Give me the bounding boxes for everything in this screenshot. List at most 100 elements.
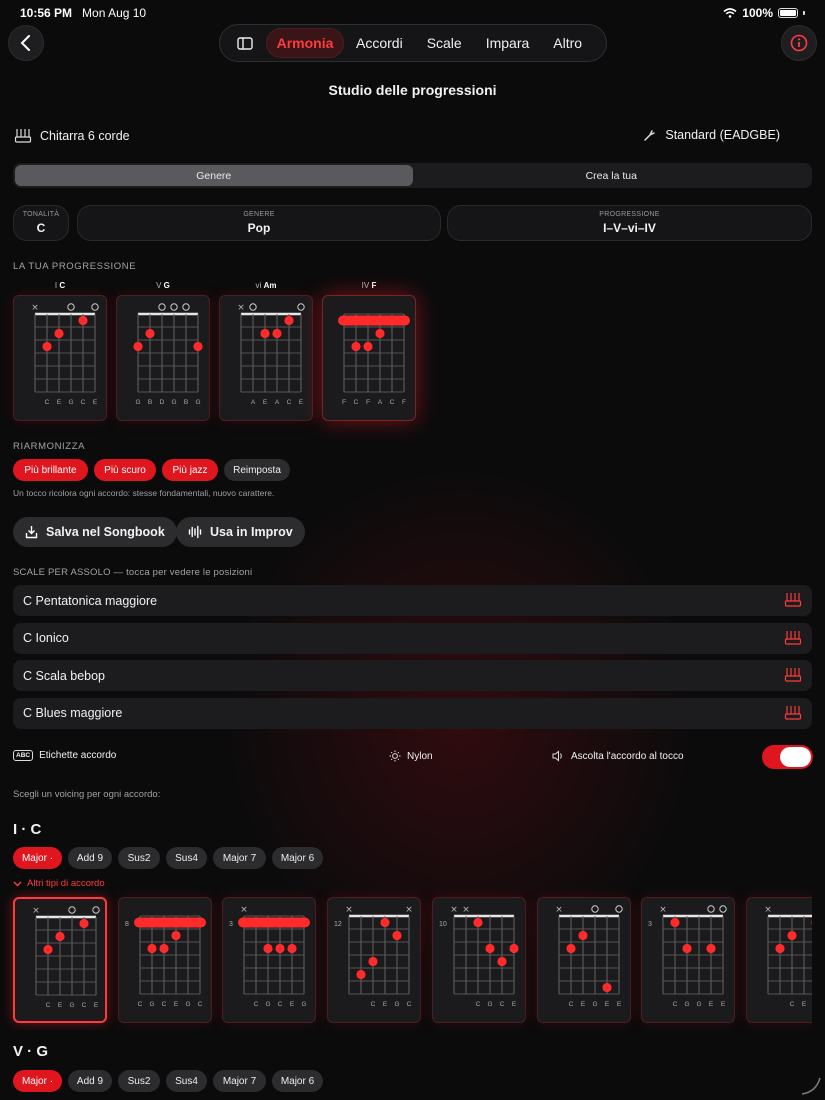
fretboard-icon: [784, 705, 802, 724]
tab-armonia[interactable]: Armonia: [266, 28, 344, 58]
note-name: C: [499, 1001, 504, 1008]
genre-selector[interactable]: GENERE Pop: [77, 205, 441, 241]
voicing-card[interactable]: × × 12 C E G C: [327, 897, 422, 1023]
scale-name: C Blues maggiore: [23, 706, 123, 720]
more-chord-types-button[interactable]: Altri tipi di accordo: [13, 878, 105, 889]
chord-degree: IV: [361, 281, 370, 290]
finger-dot: [145, 328, 155, 339]
note-name: C: [673, 1001, 678, 1008]
reharm-reset-button[interactable]: Reimposta: [224, 459, 290, 481]
chord-type-pill[interactable]: Add 9: [68, 1070, 112, 1092]
voicing-card[interactable]: 8CGCEGC: [117, 897, 212, 1023]
finger-dot: [497, 956, 507, 967]
progression-chord-card-2[interactable]: × A E A C E: [219, 295, 313, 421]
save-songbook-label: Salva nel Songbook: [46, 525, 165, 539]
listen-toggle[interactable]: [762, 745, 813, 769]
voicing-card[interactable]: × C E G C E: [13, 897, 107, 1023]
progression-chord-card-0[interactable]: × C E G C E: [13, 295, 107, 421]
muted-string-marker: ×: [405, 905, 413, 915]
fret-number-label: 8: [125, 921, 129, 928]
mode-crea-la-tua[interactable]: Crea la tua: [413, 165, 811, 186]
progression-chord-label-1: V G: [116, 281, 210, 290]
voicing-card[interactable]: × 3 C G C E G: [222, 897, 317, 1023]
note-name: G: [395, 1001, 400, 1008]
chord-type-pill[interactable]: Major 7: [213, 1070, 266, 1092]
voicing-card[interactable]: × 3 C G G E E: [641, 897, 736, 1023]
finger-dot: [275, 943, 285, 954]
finger-dot: [775, 943, 785, 954]
key-selector[interactable]: TONALITÀ C: [13, 205, 69, 241]
chord-type-pill[interactable]: Sus2: [118, 1070, 160, 1092]
reharm-darker-button[interactable]: Più scuro: [94, 459, 156, 481]
finger-dot: [363, 341, 373, 352]
note-name: C: [371, 1001, 376, 1008]
fretboard-icon: [784, 592, 802, 611]
scale-row[interactable]: C Pentatonica maggiore: [13, 585, 812, 616]
progression-selector[interactable]: PROGRESSIONE I–V–vi–IV: [447, 205, 812, 241]
save-songbook-button[interactable]: Salva nel Songbook: [13, 517, 177, 547]
note-name: C: [287, 399, 292, 406]
tuning-selector[interactable]: Standard (EADGBE): [643, 128, 780, 142]
top-navigation: Armonia Accordi Scale Impara Altro: [219, 24, 607, 62]
reharm-jazz-button[interactable]: Più jazz: [162, 459, 218, 481]
muted-string-marker: ×: [31, 303, 39, 313]
scale-row[interactable]: C Blues maggiore: [13, 697, 812, 729]
chord-type-pill[interactable]: Major ·: [13, 1070, 62, 1092]
finger-dot: [42, 341, 52, 352]
note-name: F: [366, 399, 370, 406]
fretboard-icon: [784, 630, 802, 649]
use-improv-label: Usa in Improv: [210, 525, 293, 539]
status-right: 100%: [723, 6, 805, 20]
muted-string-marker: ×: [32, 906, 40, 916]
note-name: G: [69, 1002, 74, 1009]
scale-name: C Pentatonica maggiore: [23, 593, 158, 608]
scale-row[interactable]: C Ionico: [13, 622, 812, 654]
progression-chord-card-1[interactable]: GBDGBG: [116, 295, 210, 421]
chord-type-pill[interactable]: Major 6: [272, 847, 323, 869]
mode-genere[interactable]: Genere: [15, 165, 413, 186]
note-name: E: [709, 1001, 714, 1008]
tab-altro[interactable]: Altro: [541, 28, 594, 58]
scale-row[interactable]: C Scala bebop: [13, 660, 812, 691]
chord-type-pill[interactable]: Major 6: [272, 1070, 323, 1092]
tab-scale[interactable]: Scale: [415, 28, 474, 58]
note-name: C: [46, 1002, 51, 1009]
chord-type-pill[interactable]: Sus4: [166, 1070, 207, 1092]
chord-type-pill[interactable]: Add 9: [68, 847, 112, 869]
tab-accordi[interactable]: Accordi: [344, 28, 415, 58]
genre-value: Pop: [247, 221, 271, 235]
chord-diagram: ×A E A C E: [237, 303, 305, 406]
sound-option[interactable]: Nylon: [389, 750, 433, 762]
progression-chord-card-3[interactable]: FCFACF: [322, 295, 416, 421]
chord-type-pill[interactable]: Sus4: [166, 847, 207, 869]
chord-diagram: ×C E G C E: [32, 906, 100, 1009]
info-button[interactable]: [781, 25, 817, 61]
battery-icon: [778, 8, 798, 18]
reharm-hint: Un tocco ricolora ogni accordo: stesse f…: [13, 488, 275, 498]
voicing-card[interactable]: × C E G E E: [536, 897, 631, 1023]
voicing-card[interactable]: × × 10 C G C E: [431, 897, 526, 1023]
finger-dot: [351, 341, 361, 352]
open-string-marker: [92, 906, 100, 914]
use-improv-button[interactable]: Usa in Improv: [176, 517, 305, 547]
note-name: G: [185, 1001, 190, 1008]
instrument-selector[interactable]: Chitarra 6 corde: [14, 128, 130, 144]
finger-dot: [147, 943, 157, 954]
tab-impara[interactable]: Impara: [474, 28, 542, 58]
chord-diagram: 8C G C E G C: [125, 915, 206, 1008]
voicing-card[interactable]: ×CEGC: [745, 897, 812, 1023]
finger-dot: [260, 328, 270, 339]
reharm-brighter-button[interactable]: Più brillante: [13, 459, 88, 481]
back-button[interactable]: [8, 25, 44, 61]
tuning-label: Standard (EADGBE): [665, 128, 780, 142]
resize-handle-icon: [801, 1077, 821, 1095]
sidebar-toggle-button[interactable]: [224, 28, 266, 58]
note-name: E: [616, 1001, 621, 1008]
chord-type-pill[interactable]: Major 7: [213, 847, 266, 869]
chord-type-pill[interactable]: Major ·: [13, 847, 62, 869]
open-string-marker: [68, 906, 76, 914]
open-string-marker: [170, 303, 178, 311]
chord-labels-option[interactable]: ABC Etichette accordo: [13, 750, 116, 761]
status-time: 10:56 PM Mon Aug 10: [20, 6, 147, 20]
chord-type-pill[interactable]: Sus2: [118, 847, 160, 869]
